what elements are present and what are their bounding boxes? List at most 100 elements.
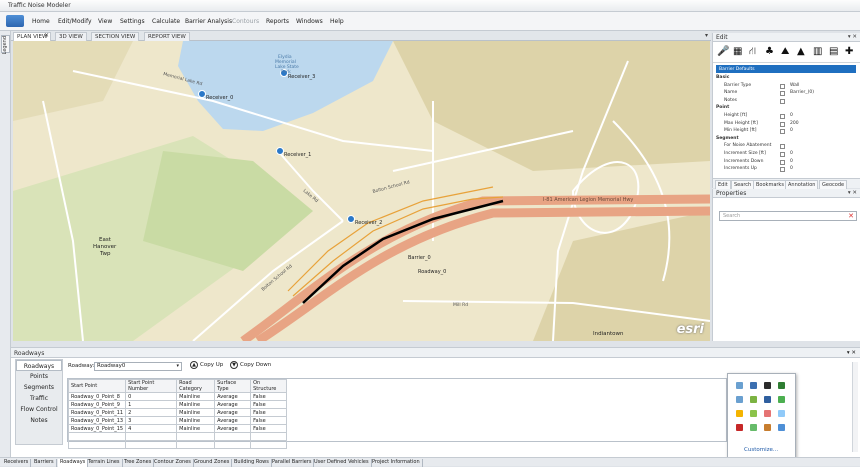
table-row[interactable]: Roadway_0_Point_11 2 Mainline Average False <box>67 408 288 417</box>
table-row[interactable]: Roadway_0_Point_9 1 Mainline Average False <box>67 400 288 409</box>
table-cell[interactable]: Roadway_0_Point_13 <box>67 416 127 425</box>
menu-home[interactable]: Home <box>32 18 50 25</box>
close-icon[interactable]: ✕ <box>44 32 49 39</box>
table-cell[interactable]: 4 <box>125 424 178 433</box>
column-header[interactable]: Start Point <box>67 379 127 393</box>
property-checkbox[interactable] <box>780 159 785 165</box>
table-cell[interactable]: False <box>250 424 288 433</box>
table-cell[interactable]: Mainline <box>176 400 216 409</box>
menu-view[interactable]: View <box>98 18 112 25</box>
building-tool-icon[interactable]: ▥ <box>813 46 822 57</box>
tool-option-icon[interactable] <box>778 396 785 403</box>
map-canvas[interactable]: Receiver_0 Receiver_1 Receiver_2 Receive… <box>13 41 710 341</box>
table-cell[interactable]: Average <box>214 424 252 433</box>
nav-points[interactable]: Points <box>16 371 62 382</box>
legend-tab[interactable]: Legend <box>1 35 10 54</box>
table-cell[interactable]: Mainline <box>176 416 216 425</box>
table-cell[interactable]: Mainline <box>176 424 216 433</box>
vertical-scrollbar[interactable] <box>852 362 858 452</box>
property-row[interactable]: Increments Up 0 <box>716 166 852 174</box>
column-header[interactable]: Surface Type <box>214 379 252 393</box>
property-checkbox[interactable] <box>780 91 785 97</box>
property-checkbox[interactable] <box>780 121 785 127</box>
property-value[interactable]: 200 <box>790 121 799 126</box>
pin-icon[interactable]: ▾ ✕ <box>847 350 856 356</box>
property-checkbox[interactable] <box>780 98 785 104</box>
tool-option-icon[interactable] <box>736 410 743 417</box>
table-cell[interactable]: False <box>250 400 288 409</box>
column-header[interactable]: Road Category <box>176 379 216 393</box>
application-menu-button[interactable] <box>6 15 24 27</box>
menu-barrier-analysis[interactable]: Barrier Analysis <box>185 18 232 25</box>
tool-option-icon[interactable] <box>778 424 785 431</box>
nav-notes[interactable]: Notes <box>16 415 62 426</box>
tool-option-icon[interactable] <box>736 396 743 403</box>
tool-option-icon[interactable] <box>750 382 757 389</box>
tool-option-icon[interactable] <box>750 396 757 403</box>
tool-option-icon[interactable] <box>750 410 757 417</box>
tool-option-icon[interactable] <box>764 382 771 389</box>
table-cell[interactable]: False <box>250 408 288 417</box>
copy-up-button[interactable]: ▲ Copy Up <box>190 361 223 369</box>
tool-option-icon[interactable] <box>778 382 785 389</box>
tree-zone-icon[interactable]: ♣ <box>765 46 774 57</box>
menu-reports[interactable]: Reports <box>266 18 289 25</box>
plan-view-map[interactable]: Receiver_0 Receiver_1 Receiver_2 Receive… <box>13 41 710 341</box>
property-value[interactable]: 0 <box>790 166 793 171</box>
table-cell[interactable]: Roadway_0_Point_9 <box>67 400 127 409</box>
tab-3d-view[interactable]: 3D VIEW <box>55 32 87 41</box>
table-row[interactable]: Roadway_0_Point_15 4 Mainline Average False <box>67 424 288 433</box>
customize-link[interactable]: Customize... <box>744 447 778 453</box>
menu-settings[interactable]: Settings <box>120 18 145 25</box>
menu-windows[interactable]: Windows <box>296 18 323 25</box>
table-row[interactable]: Roadway_0_Point_13 3 Mainline Average False <box>67 416 288 425</box>
tool-option-icon[interactable] <box>778 410 785 417</box>
property-value[interactable]: Barrier_(0) <box>790 90 814 95</box>
table-cell[interactable]: Average <box>214 416 252 425</box>
table-cell[interactable]: Mainline <box>176 408 216 417</box>
copy-down-button[interactable]: ▼ Copy Down <box>230 361 271 369</box>
table-cell[interactable]: False <box>250 392 288 401</box>
tool-option-icon[interactable] <box>764 424 771 431</box>
pin-icon[interactable]: ▾ ✕ <box>848 190 857 196</box>
building-row-icon[interactable]: ▤ <box>829 46 838 57</box>
more-tools-icon[interactable]: ✚ <box>845 46 853 57</box>
property-checkbox[interactable] <box>780 152 785 157</box>
table-cell[interactable]: 0 <box>125 392 178 401</box>
property-value[interactable]: 0 <box>790 151 793 156</box>
property-value[interactable]: 0 <box>790 159 793 164</box>
clear-icon[interactable]: ✕ <box>848 212 854 220</box>
roadway-tool-icon[interactable]: ⛙ <box>749 46 756 59</box>
property-value[interactable]: 0 <box>790 128 793 133</box>
nav-traffic[interactable]: Traffic <box>16 393 62 404</box>
property-checkbox[interactable] <box>780 167 785 173</box>
table-cell[interactable]: Average <box>214 400 252 409</box>
nav-segments[interactable]: Segments <box>16 382 62 393</box>
property-checkbox[interactable] <box>780 129 785 135</box>
table-cell[interactable]: Roadway_0_Point_15 <box>67 424 127 433</box>
tool-option-icon[interactable] <box>750 424 757 431</box>
column-header[interactable]: Start Point Number <box>125 379 178 393</box>
menu-edit-modify[interactable]: Edit/Modify <box>58 18 92 25</box>
receiver-tool-icon[interactable]: 🎤 <box>717 46 729 57</box>
tab-section-view[interactable]: SECTION VIEW <box>91 32 140 41</box>
dropdown-icon[interactable]: ▾ <box>705 32 708 39</box>
properties-search-input[interactable]: Search ✕ <box>719 211 857 221</box>
tool-option-icon[interactable] <box>736 424 743 431</box>
table-cell[interactable]: 2 <box>125 408 178 417</box>
tool-option-icon[interactable] <box>736 382 743 389</box>
table-cell[interactable]: 1 <box>125 400 178 409</box>
table-row[interactable]: Roadway_0_Point_8 0 Mainline Average False <box>67 392 288 401</box>
terrain-tool-icon[interactable]: ⛰ <box>781 46 789 57</box>
table-cell[interactable]: 3 <box>125 416 178 425</box>
table-cell[interactable]: False <box>250 416 288 425</box>
pin-icon[interactable]: ▾ ✕ <box>848 34 857 40</box>
nav-flow-control[interactable]: Flow Control <box>16 404 62 415</box>
table-cell[interactable]: Average <box>214 408 252 417</box>
tab-report-view[interactable]: REPORT VIEW <box>144 32 190 41</box>
property-value[interactable]: Wall <box>790 83 799 88</box>
menu-help[interactable]: Help <box>330 18 344 25</box>
property-checkbox[interactable] <box>780 83 785 89</box>
tool-option-icon[interactable] <box>764 410 771 417</box>
nav-roadways[interactable]: Roadways <box>16 360 62 371</box>
